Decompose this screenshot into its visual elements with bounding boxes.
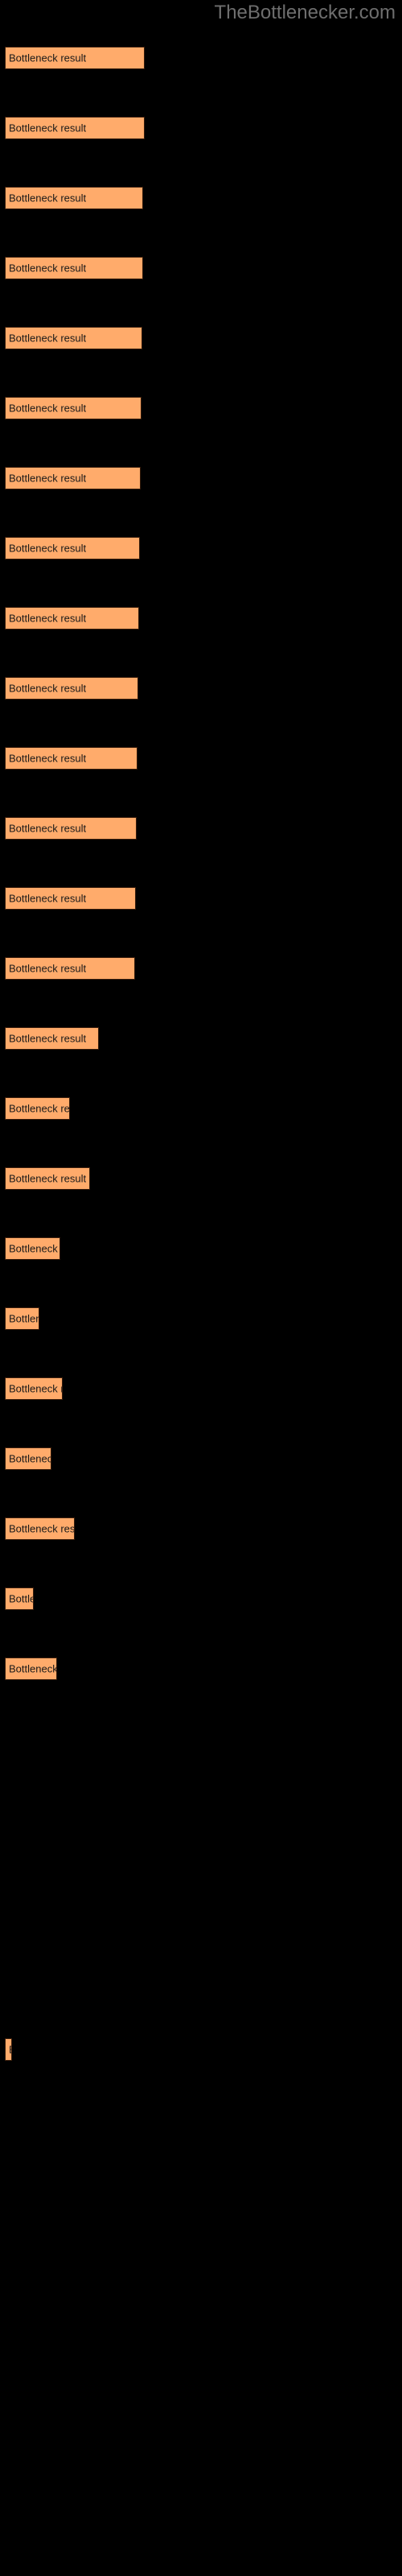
- bar[interactable]: Bottleneck result: [5, 957, 135, 980]
- bar-label: Bottleneck result: [9, 612, 87, 625]
- bar-label: Bottleneck result: [9, 262, 87, 275]
- bar-label: Bottleneck result: [9, 1032, 87, 1045]
- bar[interactable]: Bottleneck result: [5, 397, 142, 419]
- bar[interactable]: Bottleneck result: [5, 747, 137, 770]
- bar-label: Bottleneck result: [9, 472, 87, 485]
- bar-label: Bottleneck result: [9, 52, 87, 64]
- bar-label: Bottleneck result: [9, 1522, 75, 1535]
- bar[interactable]: Bottleneck result: [5, 1517, 75, 1540]
- bar-label: Bottleneck result: [9, 402, 87, 415]
- bar[interactable]: Bottleneck result: [5, 327, 142, 349]
- bar-label: Bottleneck result: [9, 962, 87, 975]
- bar-label: Bottleneck result: [9, 752, 87, 765]
- bar-label: Bottleneck result: [9, 1242, 59, 1255]
- bar-label: Bottleneck result: [9, 332, 87, 345]
- bar-label: Bottleneck result: [9, 1382, 62, 1395]
- bar-label: Bottleneck result: [9, 1312, 39, 1325]
- bar-label: Bottleneck result: [9, 122, 87, 134]
- bar-label: Bottleneck result: [9, 892, 87, 905]
- bar[interactable]: Bottleneck result: [5, 1027, 99, 1050]
- bar[interactable]: Bottleneck result: [5, 1377, 63, 1400]
- bar[interactable]: Bottleneck result: [5, 677, 138, 700]
- bar[interactable]: Bottleneck result: [5, 1587, 34, 1610]
- bar[interactable]: Bottleneck result: [5, 187, 143, 209]
- bar-label: Bottleneck result: [9, 1592, 33, 1605]
- bar-label: Bottleneck result: [9, 1172, 87, 1185]
- bar[interactable]: Bottleneck result: [5, 1307, 39, 1330]
- bar[interactable]: Bottleneck result: [5, 887, 136, 910]
- bar[interactable]: Bottleneck result: [5, 47, 145, 69]
- horizontal-bar-chart: Bottleneck result Bottleneck result Bottle…: [0, 0, 402, 2576]
- bar[interactable]: Bottleneck result: [5, 2038, 12, 2061]
- bar[interactable]: Bottleneck result: [5, 1167, 90, 1190]
- bar[interactable]: Bottleneck result: [5, 1097, 70, 1120]
- bar[interactable]: Bottleneck result: [5, 257, 143, 279]
- bar-label: Bottleneck result: [9, 1452, 51, 1465]
- bar-label: Bottleneck result: [9, 822, 87, 835]
- bar[interactable]: Bottleneck result: [5, 1657, 57, 1680]
- bar[interactable]: Bottleneck result: [5, 1237, 60, 1260]
- bar-label: Bottleneck result: [9, 682, 87, 695]
- bar[interactable]: Bottleneck result: [5, 1447, 51, 1470]
- bar[interactable]: Bottleneck result: [5, 817, 137, 840]
- bar-label: Bottleneck result: [9, 1102, 70, 1115]
- bar-label: Bottleneck result: [9, 192, 87, 204]
- bar[interactable]: Bottleneck result: [5, 117, 145, 139]
- chart-canvas: TheBottlenecker.com Bottleneck result Bot…: [0, 0, 402, 2576]
- bar[interactable]: Bottleneck result: [5, 607, 139, 630]
- bar-label: Bottleneck result: [9, 2044, 11, 2056]
- bar-label: Bottleneck result: [9, 1662, 57, 1675]
- bar-label: Bottleneck result: [9, 542, 87, 555]
- bar[interactable]: Bottleneck result: [5, 537, 140, 559]
- bar[interactable]: Bottleneck result: [5, 467, 141, 489]
